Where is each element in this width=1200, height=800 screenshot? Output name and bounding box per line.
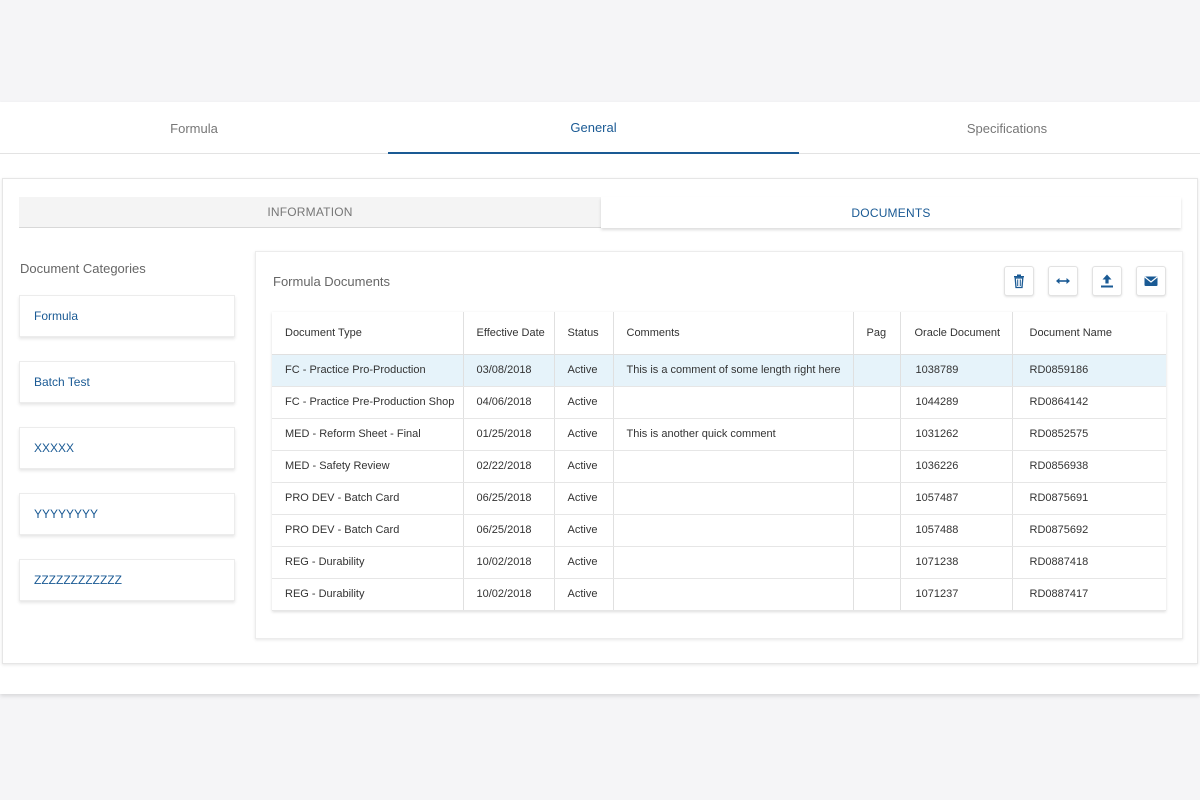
table-row[interactable]: MED - Safety Review 02/22/2018 Active 10… xyxy=(272,450,1166,483)
cell-pag xyxy=(853,514,901,547)
category-item-zzzzzzzzzzzz[interactable]: ZZZZZZZZZZZZ xyxy=(19,559,235,601)
formula-documents-panel: Formula Documents Document Type Effectiv… xyxy=(255,251,1183,639)
category-item-xxxxx[interactable]: XXXXX xyxy=(19,427,235,469)
cell-oracle-document: 1071237 xyxy=(900,578,1013,611)
cell-status: Active xyxy=(554,418,614,451)
expand-columns-button[interactable] xyxy=(1048,266,1078,296)
cell-document-type: REG - Durability xyxy=(272,546,464,579)
cell-oracle-document: 1036226 xyxy=(900,450,1013,483)
cell-pag xyxy=(853,546,901,579)
tab-general[interactable]: General xyxy=(388,102,799,154)
cell-effective-date: 02/22/2018 xyxy=(463,450,555,483)
column-header-status[interactable]: Status xyxy=(554,312,614,355)
cell-pag xyxy=(853,386,901,419)
formula-documents-title: Formula Documents xyxy=(273,274,391,289)
table-row[interactable]: REG - Durability 10/02/2018 Active 10712… xyxy=(272,546,1166,579)
cell-status: Active xyxy=(554,514,614,547)
cell-document-name: RD0887418 xyxy=(1012,546,1166,579)
table-row[interactable]: PRO DEV - Batch Card 06/25/2018 Active 1… xyxy=(272,482,1166,515)
cell-comments xyxy=(613,386,854,419)
cell-pag xyxy=(853,578,901,611)
column-header-effective-date[interactable]: Effective Date xyxy=(463,312,555,355)
cell-comments: This is a comment of some length right h… xyxy=(613,354,854,387)
cell-document-name: RD0875692 xyxy=(1012,514,1166,547)
document-categories-title: Document Categories xyxy=(20,261,146,276)
cell-document-type: REG - Durability xyxy=(272,578,464,611)
cell-effective-date: 04/06/2018 xyxy=(463,386,555,419)
envelope-icon xyxy=(1144,276,1158,286)
table-row[interactable]: REG - Durability 10/02/2018 Active 10712… xyxy=(272,578,1166,611)
column-header-comments[interactable]: Comments xyxy=(613,312,854,355)
cell-status: Active xyxy=(554,386,614,419)
cell-status: Active xyxy=(554,450,614,483)
cell-oracle-document: 1071238 xyxy=(900,546,1013,579)
cell-oracle-document: 1038789 xyxy=(900,354,1013,387)
cell-pag xyxy=(853,354,901,387)
upload-button[interactable] xyxy=(1092,266,1122,296)
table-row[interactable]: FC - Practice Pre-Production Shop 04/06/… xyxy=(272,386,1166,419)
cell-status: Active xyxy=(554,354,614,387)
cell-comments xyxy=(613,514,854,547)
category-item-formula[interactable]: Formula xyxy=(19,295,235,337)
cell-pag xyxy=(853,450,901,483)
cell-document-name: RD0875691 xyxy=(1012,482,1166,515)
table-header-row: Document Type Effective Date Status Comm… xyxy=(272,312,1166,355)
cell-status: Active xyxy=(554,578,614,611)
table-row[interactable]: PRO DEV - Batch Card 06/25/2018 Active 1… xyxy=(272,514,1166,547)
column-header-document-name[interactable]: Document Name xyxy=(1012,312,1166,355)
tab-information[interactable]: INFORMATION xyxy=(19,197,601,228)
horizontal-arrows-icon xyxy=(1056,278,1070,284)
sub-tab-bar: INFORMATION DOCUMENTS xyxy=(19,197,1181,228)
cell-status: Active xyxy=(554,482,614,515)
category-item-batch-test[interactable]: Batch Test xyxy=(19,361,235,403)
cell-pag xyxy=(853,482,901,515)
cell-document-type: FC - Practice Pro-Production xyxy=(272,354,464,387)
cell-effective-date: 06/25/2018 xyxy=(463,514,555,547)
category-item-yyyyyyyy[interactable]: YYYYYYYY xyxy=(19,493,235,535)
tab-formula[interactable]: Formula xyxy=(0,102,388,154)
cell-document-name: RD0864142 xyxy=(1012,386,1166,419)
general-card: INFORMATION DOCUMENTS Document Categorie… xyxy=(2,178,1198,664)
cell-pag xyxy=(853,418,901,451)
cell-document-name: RD0859186 xyxy=(1012,354,1166,387)
cell-document-name: RD0852575 xyxy=(1012,418,1166,451)
cell-oracle-document: 1057488 xyxy=(900,514,1013,547)
email-button[interactable] xyxy=(1136,266,1166,296)
cell-document-type: MED - Safety Review xyxy=(272,450,464,483)
cell-comments xyxy=(613,578,854,611)
delete-button[interactable] xyxy=(1004,266,1034,296)
table-row[interactable]: MED - Reform Sheet - Final 01/25/2018 Ac… xyxy=(272,418,1166,451)
column-header-document-type[interactable]: Document Type xyxy=(272,312,464,355)
cell-effective-date: 10/02/2018 xyxy=(463,546,555,579)
cell-comments xyxy=(613,546,854,579)
cell-document-type: MED - Reform Sheet - Final xyxy=(272,418,464,451)
cell-effective-date: 03/08/2018 xyxy=(463,354,555,387)
cell-effective-date: 06/25/2018 xyxy=(463,482,555,515)
cell-comments xyxy=(613,482,854,515)
tab-specifications[interactable]: Specifications xyxy=(799,102,1200,154)
cell-oracle-document: 1031262 xyxy=(900,418,1013,451)
tab-documents[interactable]: DOCUMENTS xyxy=(601,197,1181,228)
cell-document-name: RD0887417 xyxy=(1012,578,1166,611)
app-panel: Formula General Specifications INFORMATI… xyxy=(0,102,1200,694)
documents-table: Document Type Effective Date Status Comm… xyxy=(272,312,1166,611)
trash-icon xyxy=(1014,274,1024,289)
cell-oracle-document: 1057487 xyxy=(900,482,1013,515)
cell-document-type: PRO DEV - Batch Card xyxy=(272,514,464,547)
cell-effective-date: 10/02/2018 xyxy=(463,578,555,611)
cell-oracle-document: 1044289 xyxy=(900,386,1013,419)
column-header-pag[interactable]: Pag xyxy=(853,312,901,355)
upload-icon xyxy=(1101,274,1113,288)
cell-comments: This is another quick comment xyxy=(613,418,854,451)
cell-status: Active xyxy=(554,546,614,579)
column-header-oracle-document[interactable]: Oracle Document xyxy=(900,312,1013,355)
cell-document-name: RD0856938 xyxy=(1012,450,1166,483)
top-tab-bar: Formula General Specifications xyxy=(0,102,1200,154)
cell-document-type: PRO DEV - Batch Card xyxy=(272,482,464,515)
cell-document-type: FC - Practice Pre-Production Shop xyxy=(272,386,464,419)
cell-effective-date: 01/25/2018 xyxy=(463,418,555,451)
table-row[interactable]: FC - Practice Pro-Production 03/08/2018 … xyxy=(272,354,1166,387)
cell-comments xyxy=(613,450,854,483)
